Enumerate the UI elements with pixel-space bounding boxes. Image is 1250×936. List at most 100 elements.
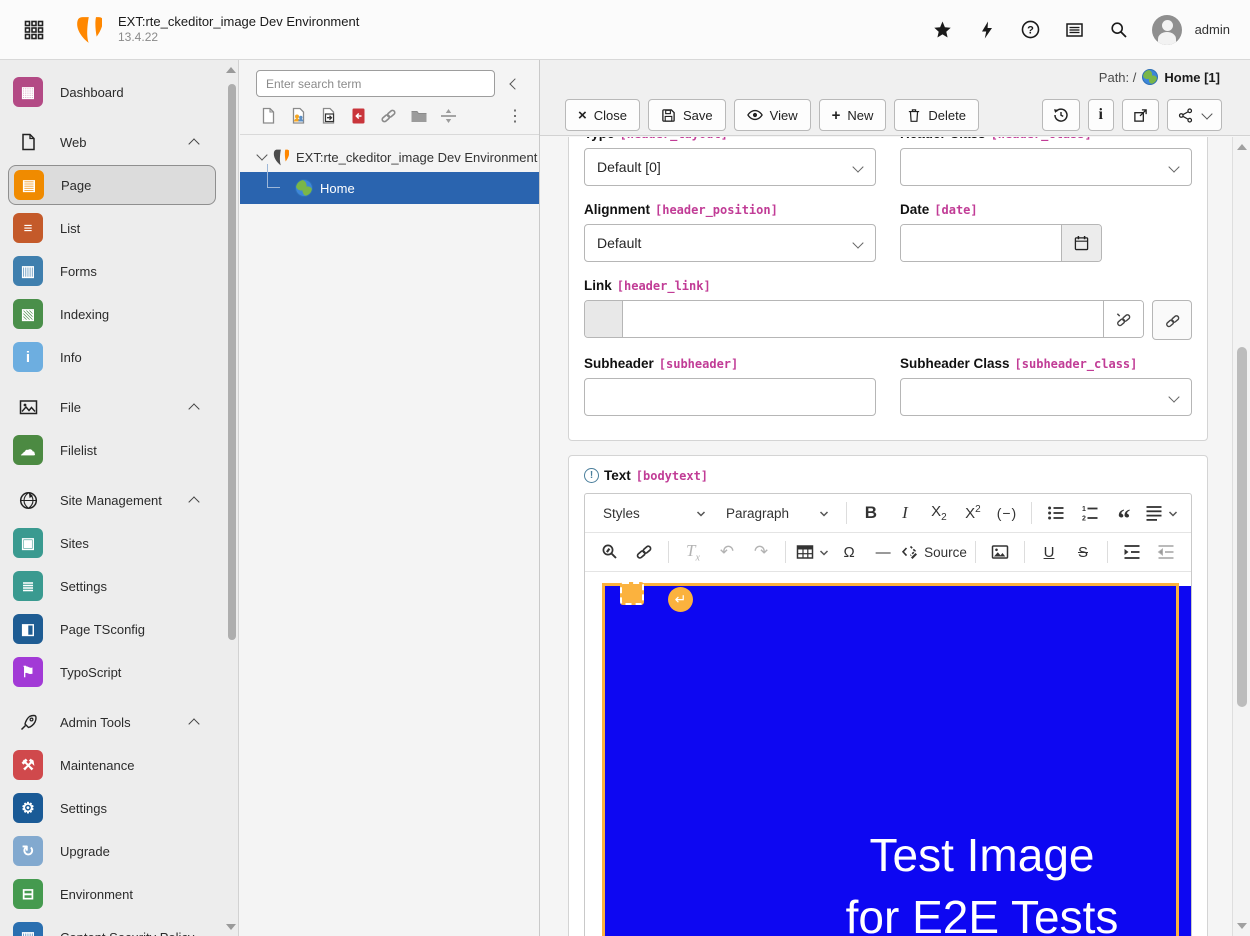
unlink-button[interactable] [1103, 301, 1143, 337]
header-class-select[interactable] [900, 148, 1192, 186]
test-image[interactable]: Test Image for E2E Tests [602, 586, 1191, 936]
search-button[interactable] [1100, 11, 1138, 49]
subheader-class-select[interactable] [900, 378, 1192, 416]
sidebar-item-filelist[interactable]: ☁Filelist [8, 430, 212, 470]
sidebar-item-info[interactable]: iInfo [8, 337, 212, 377]
sidebar-item-settings[interactable]: ⚙Settings [8, 788, 212, 828]
sidebar-scroll-up-icon[interactable] [226, 67, 236, 73]
sidebar-item-sites[interactable]: ▣Sites [8, 523, 212, 563]
italic-button[interactable]: I [889, 498, 921, 528]
scrollbar-thumb[interactable] [1237, 347, 1247, 707]
sidebar-item-list[interactable]: ≡List [8, 208, 212, 248]
sidebar-item-dashboard[interactable]: ▦Dashboard [8, 72, 212, 112]
sidebar-item-page-tsconfig[interactable]: ◧Page TSconfig [8, 609, 212, 649]
text-alignment-dropdown[interactable] [1142, 498, 1182, 528]
remove-format-button[interactable]: Tx [677, 537, 709, 567]
bookmarks-button[interactable] [924, 11, 962, 49]
outdent-button[interactable] [1150, 537, 1182, 567]
styles-dropdown[interactable]: Styles [594, 498, 715, 528]
undo-button[interactable]: ↶ [711, 537, 743, 567]
share-dropdown-button[interactable] [1167, 99, 1222, 131]
sidebar-item-typoscript[interactable]: ⚑TypoScript [8, 652, 212, 692]
soft-hyphen-button[interactable]: (−) [991, 498, 1023, 528]
superscript-button[interactable]: X2 [957, 498, 989, 528]
user-avatar[interactable] [1152, 15, 1182, 45]
link-browser-button[interactable] [1152, 300, 1192, 340]
subscript-button[interactable]: X2 [923, 498, 955, 528]
tree-menu-kebab-icon[interactable]: ⋮ [505, 106, 525, 126]
sidebar-scroll-down-icon[interactable] [226, 924, 236, 930]
new-button[interactable]: + New [819, 99, 887, 131]
paragraph-dropdown[interactable]: Paragraph [717, 498, 838, 528]
info-button[interactable]: i [1088, 99, 1114, 131]
new-divider-button[interactable] [436, 105, 460, 127]
sidebar-scrollbar[interactable] [228, 84, 236, 640]
sidebar-item-settings[interactable]: ≣Settings [8, 566, 212, 606]
field-label-subheader-class: Subheader Class[subheader_class] [900, 356, 1192, 371]
save-button[interactable]: Save [648, 99, 726, 131]
star-icon [933, 21, 952, 39]
link-input[interactable] [623, 301, 1103, 337]
tree-search-input[interactable] [256, 70, 495, 97]
open-new-window-button[interactable] [1122, 99, 1159, 131]
bold-button[interactable]: B [855, 498, 887, 528]
toolbar-separator [846, 502, 847, 524]
insert-table-dropdown[interactable] [794, 537, 831, 567]
new-shortcut-button[interactable] [316, 105, 340, 127]
scroll-up-icon[interactable] [1237, 144, 1247, 150]
strikethrough-button[interactable]: S [1067, 537, 1099, 567]
close-button[interactable]: × Close [565, 99, 640, 131]
sidebar-item-file[interactable]: File [8, 387, 212, 427]
indent-button[interactable] [1116, 537, 1148, 567]
history-button[interactable] [1042, 99, 1080, 131]
sidebar-item-content-security-policy[interactable]: ▥Content Security Policy [8, 917, 212, 936]
block-quote-button[interactable]: “ [1108, 498, 1140, 528]
help-button[interactable]: ? [1012, 11, 1050, 49]
numbered-list-button[interactable]: 12 [1074, 498, 1106, 528]
sidebar-item-admin-tools[interactable]: Admin Tools [8, 702, 212, 742]
alignment-select[interactable]: Default [584, 224, 876, 262]
redo-button[interactable]: ↷ [745, 537, 777, 567]
date-picker-button[interactable] [1061, 225, 1101, 261]
subheader-input[interactable] [584, 378, 876, 416]
unlink-icon [1115, 311, 1132, 327]
tree-node-root[interactable]: EXT:rte_ckeditor_image Dev Environment [240, 142, 539, 172]
scroll-down-icon[interactable] [1237, 923, 1247, 929]
insert-image-button[interactable] [984, 537, 1016, 567]
bulleted-list-button[interactable] [1040, 498, 1072, 528]
special-characters-button[interactable]: Ω [833, 537, 865, 567]
sidebar-item-indexing[interactable]: ▧Indexing [8, 294, 212, 334]
link-button[interactable] [628, 537, 660, 567]
sidebar-item-page[interactable]: ▤Page [8, 165, 216, 205]
sidebar-item-maintenance[interactable]: ⚒Maintenance [8, 745, 212, 785]
source-button[interactable]: Source [901, 537, 967, 567]
type-select[interactable]: Default [0] [584, 148, 876, 186]
tree-node-home[interactable]: Home [240, 172, 539, 204]
new-mountpoint-button[interactable] [346, 105, 370, 127]
editor-content[interactable]: Test Image for E2E Tests ↵ [585, 572, 1191, 936]
sidebar-item-forms[interactable]: ▥Forms [8, 251, 212, 291]
new-page-users-button[interactable] [286, 105, 310, 127]
sidebar-item-site-management[interactable]: Site Management [8, 480, 212, 520]
tree-collapse-button[interactable] [505, 74, 525, 94]
environment-module-icon: ⊟ [13, 879, 43, 909]
username-label[interactable]: admin [1195, 22, 1230, 37]
new-page-button[interactable] [256, 105, 280, 127]
sidebar-item-web[interactable]: Web [8, 122, 212, 162]
module-menu-toggle-button[interactable] [16, 12, 52, 48]
sidebar-item-environment[interactable]: ⊟Environment [8, 874, 212, 914]
delete-button[interactable]: Delete [894, 99, 979, 131]
view-button[interactable]: View [734, 99, 811, 131]
sidebar-item-upgrade[interactable]: ↻Upgrade [8, 831, 212, 871]
clear-cache-button[interactable] [968, 11, 1006, 49]
opened-documents-button[interactable] [1056, 11, 1094, 49]
content-scrollbar[interactable] [1232, 137, 1250, 936]
underline-button[interactable]: U [1033, 537, 1065, 567]
chevron-down-icon[interactable] [256, 149, 267, 160]
find-replace-button[interactable] [594, 537, 626, 567]
svg-text:2: 2 [1082, 516, 1086, 523]
new-link-button[interactable] [376, 105, 400, 127]
date-input[interactable] [901, 225, 1061, 261]
new-folder-button[interactable] [406, 105, 430, 127]
horizontal-line-button[interactable]: — [867, 537, 899, 567]
